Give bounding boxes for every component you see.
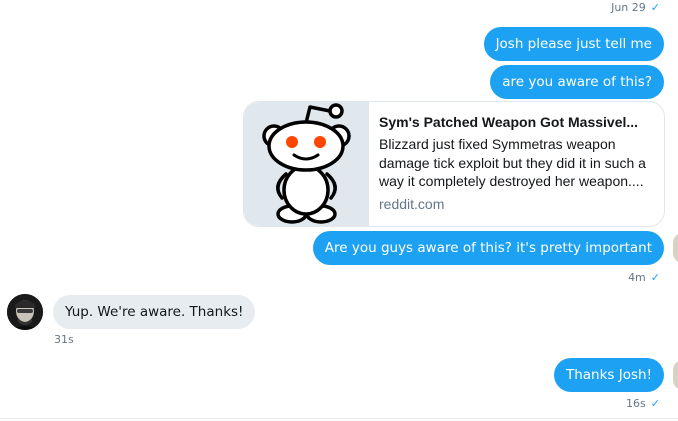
link-card-title[interactable]: Sym's Patched Weapon Got Massivel... xyxy=(379,114,654,130)
message-timestamp: 31s xyxy=(54,333,74,346)
message-timestamp: 16s ✓ xyxy=(626,397,660,410)
message-bubble-outgoing[interactable]: Thanks Josh! xyxy=(553,358,664,392)
avatar xyxy=(673,360,678,390)
date-label: Jun 29 xyxy=(611,1,646,14)
message-text: Josh please just tell me xyxy=(495,36,652,52)
message-bubble-outgoing[interactable]: Josh please just tell me xyxy=(483,27,664,61)
avatar xyxy=(673,233,678,263)
message-text: are you aware of this? xyxy=(502,74,652,90)
message-text: Yup. We're aware. Thanks! xyxy=(65,304,244,320)
link-card-domain: reddit.com xyxy=(379,196,445,212)
link-preview-card[interactable]: Sym's Patched Weapon Got Massivel... Bli… xyxy=(243,101,665,227)
checkmark-icon: ✓ xyxy=(650,397,660,410)
checkmark-icon: ✓ xyxy=(650,1,660,14)
checkmark-icon: ✓ xyxy=(650,271,660,284)
message-bubble-incoming[interactable]: Yup. We're aware. Thanks! xyxy=(53,295,256,329)
link-card-image xyxy=(244,102,369,226)
message-bubble-outgoing[interactable]: Are you guys aware of this? it's pretty … xyxy=(312,231,664,265)
message-bubble-outgoing[interactable]: are you aware of this? xyxy=(490,65,664,99)
avatar[interactable] xyxy=(7,294,43,330)
date-header: Jun 29 ✓ xyxy=(611,1,660,14)
link-card-description: Blizzard just fixed Symmetras weapon dam… xyxy=(379,136,646,189)
link-card-body: Sym's Patched Weapon Got Massivel... Bli… xyxy=(379,114,654,212)
reddit-alien-logo-icon xyxy=(262,103,351,224)
composer-divider xyxy=(0,418,678,419)
message-text: Thanks Josh! xyxy=(565,367,652,383)
message-text: Are you guys aware of this? it's pretty … xyxy=(324,240,652,256)
message-timestamp: 4m ✓ xyxy=(628,271,660,284)
